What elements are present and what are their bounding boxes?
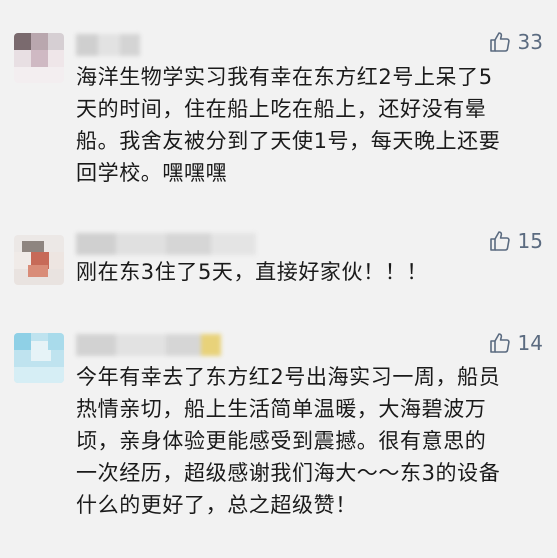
avatar[interactable] bbox=[14, 235, 64, 285]
nickname-blurred[interactable] bbox=[76, 34, 140, 56]
like-count: 15 bbox=[517, 229, 543, 253]
like-count: 33 bbox=[517, 30, 543, 54]
thumbs-up-icon bbox=[488, 229, 512, 253]
like-count: 14 bbox=[517, 331, 543, 355]
comments-section: 33 海洋生物学实习我有幸在东方红2号上呆了5 天的时间，住在船上吃在船上，还好… bbox=[0, 0, 557, 558]
thumbs-up-icon bbox=[488, 30, 512, 54]
like-button[interactable]: 33 bbox=[488, 30, 543, 54]
nickname-blurred[interactable] bbox=[76, 334, 221, 356]
comment-text: 海洋生物学实习我有幸在东方红2号上呆了5 天的时间，住在船上吃在船上，还好没有晕… bbox=[76, 65, 501, 185]
thumbs-up-icon bbox=[488, 331, 512, 355]
like-button[interactable]: 14 bbox=[488, 331, 543, 355]
like-button[interactable]: 15 bbox=[488, 229, 543, 253]
comment-text: 刚在东3住了5天，直接好家伙！！！ bbox=[76, 260, 428, 284]
avatar[interactable] bbox=[14, 33, 64, 83]
comment-text: 今年有幸去了东方红2号出海实习一周，船员 热情亲切，船上生活简单温暖，大海碧波万… bbox=[76, 365, 501, 517]
avatar[interactable] bbox=[14, 333, 64, 383]
nickname-blurred[interactable] bbox=[76, 233, 256, 255]
